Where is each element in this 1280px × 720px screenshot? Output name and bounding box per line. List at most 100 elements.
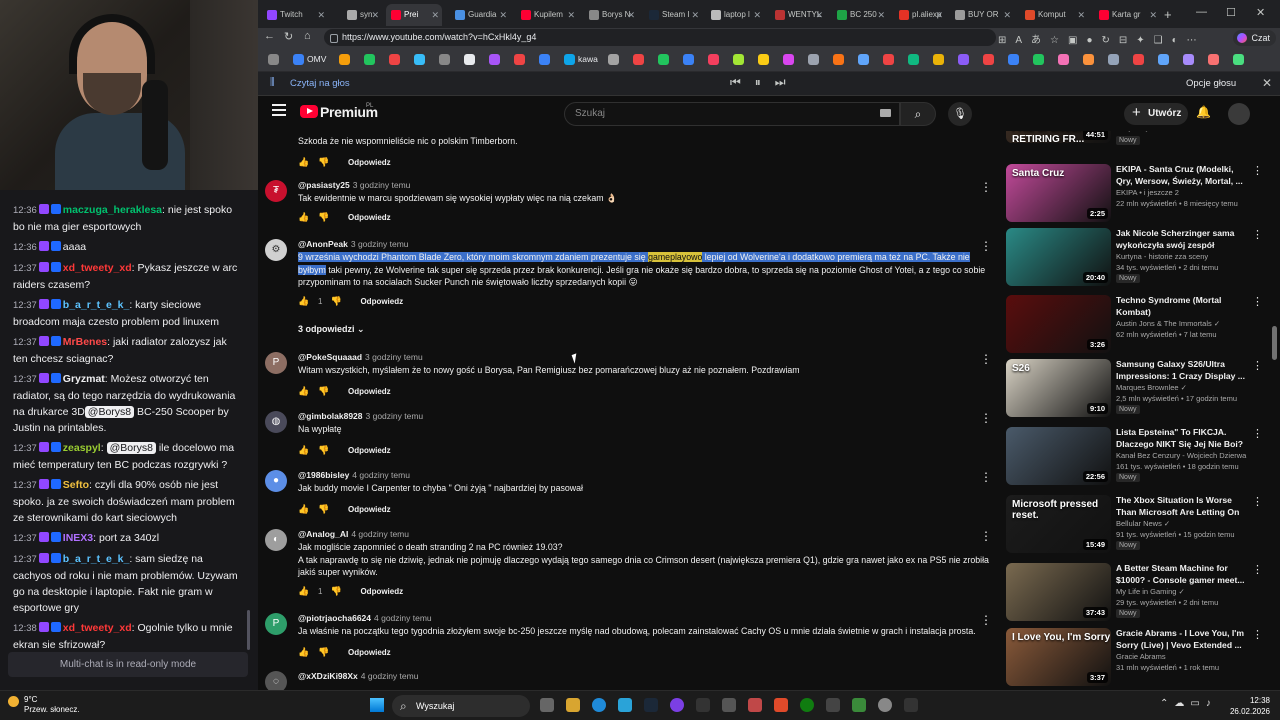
more-options-icon[interactable]: ⋮ bbox=[980, 411, 992, 425]
chat-mention[interactable]: @Borys8 bbox=[106, 442, 156, 454]
browser-toolbar-icons[interactable]: ⊞Aあ☆▣●↻⊟✦❑◐⋯ bbox=[998, 31, 1206, 46]
browser-tab[interactable]: laptop l ✕ bbox=[706, 4, 764, 26]
chat-username[interactable]: b_a_r_t_e_k_ bbox=[63, 553, 130, 565]
comment-author[interactable]: @piotrjaocha6624 bbox=[298, 613, 371, 623]
steam-icon[interactable] bbox=[644, 698, 658, 712]
video-channel[interactable]: EKIPA • i jeszcze 2 bbox=[1116, 188, 1179, 197]
comment-author[interactable]: @xXDziKi98Xx bbox=[298, 671, 358, 681]
browser-tab[interactable]: Prei ✕ bbox=[386, 4, 442, 26]
app-icon[interactable] bbox=[722, 698, 736, 712]
video-thumbnail[interactable]: 22:56 bbox=[1006, 427, 1111, 485]
search-button[interactable]: ⌕ bbox=[900, 102, 936, 126]
comment-time[interactable]: 3 godziny temu bbox=[351, 239, 409, 249]
bookmark-icon[interactable] bbox=[608, 54, 619, 65]
bookmark-label[interactable]: OMV bbox=[307, 54, 326, 64]
bookmark-icon[interactable] bbox=[514, 54, 525, 65]
reply-button[interactable]: Odpowiedz bbox=[348, 505, 391, 514]
browser-tab[interactable]: Karta gr ✕ bbox=[1094, 4, 1160, 26]
bookmark-icon[interactable] bbox=[733, 54, 744, 65]
comment-time[interactable]: 3 godziny temu bbox=[365, 352, 423, 362]
more-options-icon[interactable]: ⋮ bbox=[980, 239, 992, 253]
related-video-item[interactable]: 3:26 Techno Syndrome (Mortal Kombat) Austi… bbox=[1006, 295, 1268, 357]
comment-time[interactable]: 4 godziny temu bbox=[361, 671, 419, 681]
chat-mention[interactable]: @Borys8 bbox=[84, 406, 135, 418]
browser-tab[interactable]: BC 250 ✕ bbox=[832, 4, 888, 26]
thumbs-up-icon[interactable]: 👍 bbox=[298, 647, 309, 658]
back-icon[interactable]: ← bbox=[264, 30, 275, 42]
bookmark-icon[interactable] bbox=[1133, 54, 1144, 65]
related-video-item[interactable]: S26 9:10 Samsung Galaxy S26/Ultra Impressi… bbox=[1006, 359, 1268, 421]
browser-tab[interactable]: WENTYL ✕ bbox=[770, 4, 826, 26]
thumbs-down-icon[interactable]: 👎 bbox=[318, 212, 329, 223]
new-tab-icon[interactable]: + bbox=[1158, 4, 1178, 26]
more-options-icon[interactable]: ⋮ bbox=[980, 613, 992, 627]
browser-tab[interactable]: pl.aliexp ✕ bbox=[894, 4, 946, 26]
youtube-logo-icon[interactable] bbox=[300, 105, 318, 118]
browser-tab[interactable]: Komput ✕ bbox=[1020, 4, 1088, 26]
keyboard-icon[interactable] bbox=[880, 109, 891, 117]
chat-username[interactable]: Sefto bbox=[63, 479, 89, 491]
menu-icon[interactable] bbox=[272, 104, 286, 116]
thumbs-down-icon[interactable]: 👎 bbox=[318, 647, 329, 658]
video-thumbnail[interactable]: 37:43 bbox=[1006, 563, 1111, 621]
bookmark-label[interactable]: kawa bbox=[578, 54, 598, 64]
more-options-icon[interactable]: ⋮ bbox=[1252, 164, 1263, 177]
related-video-item[interactable]: 37:43 A Better Steam Machine for $1000? -… bbox=[1006, 563, 1268, 625]
file-explorer-icon[interactable] bbox=[566, 698, 580, 712]
voice-search-icon[interactable]: 🎙 bbox=[948, 102, 972, 126]
system-tray[interactable]: ⌃☁▭♪ bbox=[1160, 698, 1217, 709]
close-tab-icon[interactable]: ✕ bbox=[499, 4, 507, 26]
video-title[interactable]: EKIPA - Santa Cruz (Modelki, Qry, Wersow… bbox=[1116, 164, 1248, 187]
playback-controls[interactable]: ⏮⏸⏭ bbox=[730, 75, 800, 90]
weather-widget[interactable]: 9°C Przew. słonecz. bbox=[24, 695, 80, 715]
read-aloud-label[interactable]: Czytaj na głos bbox=[290, 78, 350, 89]
page-scrollbar[interactable] bbox=[1272, 326, 1277, 360]
comment-time[interactable]: 3 godziny temu bbox=[366, 411, 424, 421]
video-title[interactable]: Gracie Abrams - I Love You, I'm Sorry (L… bbox=[1116, 628, 1248, 651]
chat-username[interactable]: xd_tweety_xd bbox=[63, 262, 132, 274]
app-icon[interactable] bbox=[618, 698, 632, 712]
video-channel[interactable]: Kanał Bez Cenzury - Wojciech Dzierwa bbox=[1116, 451, 1246, 460]
more-options-icon[interactable]: ⋮ bbox=[1252, 228, 1263, 241]
related-video-item[interactable]: I Love You, I'm Sorry 3:37 Gracie Abrams -… bbox=[1006, 628, 1268, 690]
taskbar-search[interactable]: Wyszukaj bbox=[392, 695, 530, 717]
comment-author[interactable]: @pasiasty25 bbox=[298, 180, 350, 190]
bookmark-icon[interactable] bbox=[708, 54, 719, 65]
replies-toggle[interactable]: 3 odpowiedzi ⌄ bbox=[298, 324, 365, 335]
thumbs-up-icon[interactable]: 👍 bbox=[298, 157, 309, 168]
browser-tab[interactable]: Kupilem ✕ bbox=[516, 4, 578, 26]
bookmark-icon[interactable] bbox=[933, 54, 944, 65]
copilot-chat-button[interactable]: Czat bbox=[1233, 30, 1276, 46]
chat-username[interactable]: zeaspyl bbox=[63, 442, 101, 454]
reply-button[interactable]: Odpowiedz bbox=[360, 587, 403, 596]
more-options-icon[interactable]: ⋮ bbox=[980, 470, 992, 484]
avatar[interactable]: ◌ bbox=[265, 671, 287, 690]
close-tab-icon[interactable]: ✕ bbox=[753, 4, 761, 26]
maximize-icon[interactable]: ☐ bbox=[1226, 6, 1236, 19]
chat-scrollbar[interactable] bbox=[247, 610, 250, 650]
bookmark-icon[interactable] bbox=[683, 54, 694, 65]
reply-button[interactable]: Odpowiedz bbox=[348, 648, 391, 657]
chat-username[interactable]: MrBenes bbox=[63, 336, 107, 348]
comment-time[interactable]: 4 godziny temu bbox=[374, 613, 432, 623]
thumbs-down-icon[interactable]: 👎 bbox=[330, 296, 341, 307]
video-thumbnail[interactable]: PHIL SPENCER RETIRING FR... WHAT HAPPENS… bbox=[1006, 131, 1111, 143]
app-icon[interactable] bbox=[826, 698, 840, 712]
bookmark-icon[interactable] bbox=[364, 54, 375, 65]
bookmark-icon[interactable] bbox=[833, 54, 844, 65]
more-options-icon[interactable]: ⋮ bbox=[980, 529, 992, 543]
reply-button[interactable]: Odpowiedz bbox=[348, 213, 391, 222]
bookmark-icon[interactable] bbox=[1158, 54, 1169, 65]
comment-author[interactable]: @gimbolak8928 bbox=[298, 411, 363, 421]
video-title[interactable]: Techno Syndrome (Mortal Kombat) bbox=[1116, 295, 1248, 318]
close-tab-icon[interactable]: ✕ bbox=[1149, 4, 1157, 26]
thumbs-down-icon[interactable]: 👎 bbox=[318, 386, 329, 397]
close-tab-icon[interactable]: ✕ bbox=[317, 4, 325, 26]
bookmark-icon[interactable] bbox=[1008, 54, 1019, 65]
close-tab-icon[interactable]: ✕ bbox=[567, 4, 575, 26]
video-thumbnail[interactable]: Santa Cruz 2:25 bbox=[1006, 164, 1111, 222]
video-title[interactable]: Jak Nicole Scherzinger sama wykończyła s… bbox=[1116, 228, 1248, 251]
more-options-icon[interactable]: ⋮ bbox=[980, 180, 992, 194]
thumbs-up-icon[interactable]: 👍 bbox=[298, 445, 309, 456]
bookmark-icon[interactable] bbox=[464, 54, 475, 65]
